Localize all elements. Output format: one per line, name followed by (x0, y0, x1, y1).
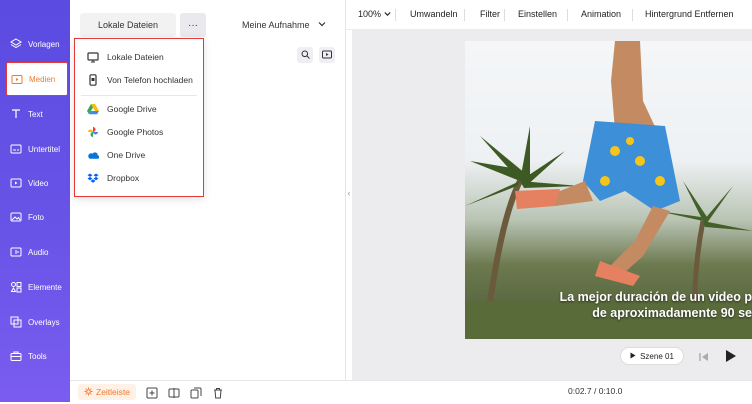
split-icon[interactable] (168, 386, 180, 398)
sidebar-item-elemente[interactable]: Elemente (0, 270, 70, 304)
dropdown-item-label: One Drive (107, 150, 146, 160)
playback-time: 0:02.7 / 0:10.0 (568, 386, 623, 396)
timeline-toggle-button[interactable]: Zeitleiste (78, 384, 137, 400)
dropdown-item-google-drive[interactable]: Google Drive (75, 99, 203, 119)
sidebar-label: Tools (28, 351, 47, 361)
toolbar-hintergrund-entfernen[interactable]: Hintergrund Entfernen (645, 9, 734, 19)
sidebar-label: Text (28, 109, 43, 119)
left-sidebar: Vorlagen Medien Text Untertitel Video Fo… (0, 0, 70, 402)
dropdown-item-phone-upload[interactable]: Von Telefon hochladen (75, 70, 203, 90)
search-icon (301, 46, 310, 64)
more-options-button[interactable]: ··· (180, 13, 206, 37)
scene-label: Szene 01 (640, 351, 674, 361)
phone-icon (87, 74, 99, 86)
dropdown-item-dropbox[interactable]: Dropbox (75, 168, 203, 188)
sidebar-item-foto[interactable]: Foto (0, 200, 70, 234)
skip-back-icon (698, 350, 710, 367)
skip-back-button[interactable] (698, 350, 710, 362)
sidebar-item-video[interactable]: Video (0, 166, 70, 200)
text-icon (10, 108, 22, 120)
dropdown-item-label: Google Photos (107, 127, 164, 137)
photo-icon (10, 211, 22, 223)
dropdown-item-google-photos[interactable]: Google Photos (75, 122, 203, 142)
dropbox-icon (87, 172, 99, 184)
record-button[interactable] (319, 47, 335, 63)
sidebar-label: Video (28, 178, 49, 188)
play-icon (725, 350, 737, 367)
toolbar-divider (567, 9, 568, 21)
trash-icon[interactable] (212, 386, 224, 399)
overlays-icon (10, 316, 22, 328)
sidebar-item-vorlagen[interactable]: Vorlagen (0, 27, 70, 61)
elements-icon (10, 281, 22, 293)
monitor-icon (87, 51, 99, 63)
audio-icon (10, 246, 22, 258)
bottom-bar: Zeitleiste 0:02.7 / 0:10.0 (70, 380, 752, 402)
dropdown-item-onedrive[interactable]: One Drive (75, 145, 203, 165)
toolbar-divider (504, 9, 505, 21)
play-button[interactable] (725, 349, 737, 363)
toolbar-divider (464, 9, 465, 21)
sidebar-item-audio[interactable]: Audio (0, 235, 70, 269)
sidebar-item-text[interactable]: Text (0, 97, 70, 131)
upload-source-dropdown: Lokale Dateien Von Telefon hochladen Goo… (74, 38, 204, 197)
timeline-icon (84, 387, 93, 398)
toolbar-divider (395, 9, 396, 21)
dropdown-item-label: Lokale Dateien (107, 52, 164, 62)
search-button[interactable] (297, 47, 313, 63)
dropdown-item-label: Dropbox (107, 173, 140, 183)
media-folder-icon (11, 73, 23, 85)
sidebar-label: Foto (28, 212, 45, 222)
subtitle-icon (10, 143, 22, 155)
video-caption: La mejor duración de un video p de aprox… (552, 289, 752, 321)
sidebar-label: Overlays (28, 317, 60, 327)
chevron-down-icon (318, 20, 326, 30)
sidebar-label: Medien (29, 74, 56, 84)
tab-local-files[interactable]: Lokale Dateien (80, 13, 176, 37)
zoom-select[interactable]: 100% (358, 9, 391, 19)
duplicate-icon[interactable] (190, 386, 202, 399)
layers-icon (10, 38, 22, 50)
scene-button[interactable]: Szene 01 (620, 347, 684, 365)
video-preview[interactable]: La mejor duración de un video p de aprox… (465, 41, 752, 339)
toolbar-einstellen[interactable]: Einstellen (518, 9, 557, 19)
sidebar-item-overlays[interactable]: Overlays (0, 305, 70, 339)
caption-line-1: La mejor duración de un video p (559, 290, 752, 304)
tab-my-recording[interactable]: Meine Aufnahme (212, 13, 336, 37)
record-icon (322, 46, 332, 64)
toolbar-divider (632, 9, 633, 21)
caption-line-2: de aproximadamente 90 se (592, 306, 752, 320)
sidebar-label: Untertitel (28, 144, 61, 154)
toolbar-filter[interactable]: Filter (480, 9, 500, 19)
top-toolbar: 100% Umwandeln Filter Einstellen Animati… (346, 0, 752, 30)
onedrive-icon (87, 149, 99, 161)
play-small-icon (630, 352, 636, 361)
tab-my-recording-label: Meine Aufnahme (242, 20, 310, 30)
chevron-down-icon (383, 12, 391, 17)
zoom-value: 100% (358, 9, 382, 19)
sidebar-item-tools[interactable]: Tools (0, 339, 70, 373)
add-scene-icon[interactable] (146, 386, 158, 399)
toolbar-animation[interactable]: Animation (581, 9, 621, 19)
sidebar-label: Audio (28, 247, 49, 257)
tools-icon (10, 350, 22, 362)
dropdown-item-label: Google Drive (107, 104, 157, 114)
sidebar-item-medien[interactable]: Medien (6, 62, 68, 96)
toolbar-umwandeln[interactable]: Umwandeln (410, 9, 458, 19)
dropdown-divider (81, 95, 197, 96)
sidebar-label: Elemente (28, 282, 62, 292)
dropdown-item-local-files[interactable]: Lokale Dateien (75, 47, 203, 67)
timeline-label: Zeitleiste (96, 387, 131, 397)
video-icon (10, 177, 22, 189)
google-drive-icon (87, 103, 99, 115)
dropdown-item-label: Von Telefon hochladen (107, 75, 193, 85)
google-photos-icon (87, 126, 99, 138)
sidebar-label: Vorlagen (28, 39, 60, 49)
sidebar-item-untertitel[interactable]: Untertitel (0, 132, 70, 166)
